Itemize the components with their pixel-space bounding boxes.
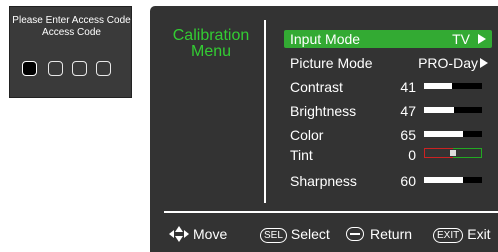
- color-level-bar[interactable]: [424, 131, 482, 137]
- footer-exit: EXIT Exit: [433, 226, 491, 243]
- menu-item-label: Contrast: [290, 79, 343, 95]
- menu-item-value: TV: [452, 31, 470, 47]
- menu-item-value: 41: [400, 79, 416, 95]
- exit-key-icon: EXIT: [433, 228, 464, 243]
- tint-red-side: [424, 148, 453, 158]
- tint-green-side: [453, 148, 482, 158]
- menu-item-value: 60: [400, 173, 416, 189]
- menu-item-value: PRO-Day: [418, 55, 478, 71]
- menu-item-label: Brightness: [290, 103, 357, 119]
- menu-item-brightness[interactable]: Brightness 47: [284, 102, 492, 120]
- menu-item-label: Color: [290, 127, 324, 143]
- menu-item-label: Sharpness: [290, 173, 357, 189]
- access-code-title: Please Enter Access Code: [12, 15, 131, 26]
- menu-item-value: 47: [400, 103, 416, 119]
- menu-title-text: Calibration Menu: [172, 27, 250, 60]
- menu-item-input-mode[interactable]: Input Mode TV: [284, 30, 492, 48]
- move-arrows-icon: [168, 226, 190, 245]
- menu-title: Calibration Menu: [164, 28, 258, 60]
- footer-exit-label: Exit: [467, 226, 491, 242]
- menu-item-label: Input Mode: [290, 31, 361, 47]
- menu-item-sharpness[interactable]: Sharpness 60: [284, 172, 492, 190]
- contrast-level-bar[interactable]: [424, 83, 482, 89]
- menu-item-picture-mode[interactable]: Picture Mode PRO-Day: [284, 54, 492, 72]
- arrow-right-icon: [479, 56, 489, 72]
- menu-item-label: Picture Mode: [290, 55, 373, 71]
- arrow-right-icon: [477, 32, 487, 48]
- menu-item-label: Tint: [290, 147, 313, 163]
- footer-move-label: Move: [193, 226, 228, 242]
- code-digit-2[interactable]: [48, 61, 63, 76]
- footer-select-label: Select: [290, 226, 330, 242]
- tint-knob[interactable]: [450, 150, 456, 156]
- access-code-dialog: Please Enter Access Code Access Code: [9, 6, 132, 98]
- menu-item-tint[interactable]: Tint 0: [284, 146, 492, 164]
- return-key-icon: [346, 227, 364, 241]
- brightness-level-bar[interactable]: [424, 107, 482, 113]
- footer-return-label: Return: [370, 226, 413, 242]
- menu-item-color[interactable]: Color 65: [284, 126, 492, 144]
- menu-item-contrast[interactable]: Contrast 41: [284, 78, 492, 96]
- tint-level-bar[interactable]: [424, 148, 482, 158]
- code-digit-1[interactable]: [22, 61, 37, 76]
- access-code-label: Access Code: [42, 27, 101, 38]
- footer-return: Return: [346, 226, 412, 242]
- code-digit-4[interactable]: [96, 61, 111, 76]
- calibration-menu: Calibration Menu Input Mode TV Picture M…: [150, 6, 498, 252]
- footer-move: Move: [168, 226, 227, 245]
- sharpness-level-bar[interactable]: [424, 177, 482, 183]
- menu-divider-vertical: [264, 20, 266, 203]
- footer-select: SEL Select: [260, 226, 330, 243]
- menu-item-value: 65: [400, 127, 416, 143]
- code-digit-3[interactable]: [72, 61, 87, 76]
- menu-divider-horizontal: [164, 211, 498, 213]
- sel-key-icon: SEL: [260, 228, 287, 243]
- menu-item-value: 0: [408, 147, 416, 163]
